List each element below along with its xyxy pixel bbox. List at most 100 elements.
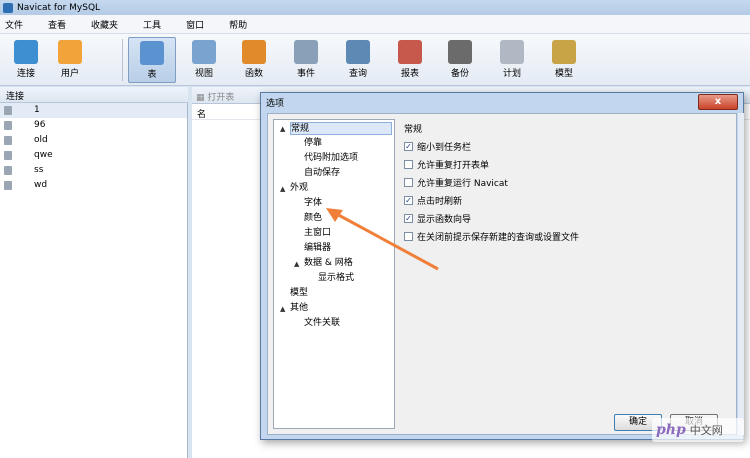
report-icon — [398, 40, 422, 64]
connection-item[interactable]: wd — [0, 178, 187, 193]
options-tree: ▲ 常规停靠代码附加选项 自动保存 ▲ 外观字体颜色主窗口编辑器 ▲ 数据 & 网格显示格式… — [273, 119, 395, 429]
tree-node[interactable]: 字体 — [304, 197, 322, 210]
connection-item[interactable]: old — [0, 133, 187, 148]
table-icon — [140, 41, 164, 65]
tree-node[interactable]: 编辑器 — [304, 242, 331, 255]
connection-item[interactable]: qwe — [0, 148, 187, 163]
unchecked-checkbox-icon[interactable] — [404, 232, 413, 241]
event-icon — [294, 40, 318, 64]
connection-item[interactable]: 96 — [0, 118, 187, 133]
tree-node[interactable]: 颜色 — [304, 212, 322, 225]
collapse-triangle-icon[interactable]: ▲ — [280, 305, 285, 313]
option-checkbox-row[interactable]: 允许重复打开表单 — [404, 158, 489, 171]
dialog-close-button[interactable]: x — [698, 94, 738, 110]
tool-label: 视图 — [194, 69, 213, 79]
option-label: 点击时刷新 — [417, 197, 463, 207]
menu-item[interactable]: 文件 — [0, 18, 33, 31]
menu-item[interactable]: 帮助 — [224, 18, 257, 31]
option-checkbox-row[interactable]: ✓ 显示函数向导 — [404, 212, 471, 225]
settings-section-title: 常规 — [404, 125, 423, 135]
tool-label: 事件 — [296, 69, 315, 79]
collapse-triangle-icon[interactable]: ▲ — [294, 260, 299, 268]
unchecked-checkbox-icon[interactable] — [404, 178, 413, 187]
connection-item[interactable]: ss — [0, 163, 187, 178]
menu-item[interactable]: 收藏夹 — [86, 18, 128, 31]
tree-node[interactable]: 外观 — [290, 182, 308, 195]
tool-label: 用户 — [60, 69, 79, 79]
tree-node[interactable]: 自动保存 — [304, 167, 340, 180]
menu-item[interactable]: 窗口 — [181, 18, 214, 31]
model-icon — [552, 40, 576, 64]
connection-label: old — [34, 135, 48, 145]
option-label: 允许重复运行 Navicat — [417, 179, 508, 189]
watermark-text: 中文网 — [689, 424, 723, 437]
unchecked-checkbox-icon[interactable] — [404, 160, 413, 169]
tree-node[interactable]: 停靠 — [304, 137, 322, 150]
database-icon — [4, 151, 12, 160]
dialog-scrollbar[interactable] — [738, 113, 744, 435]
open-table-label: 打开表 — [207, 93, 235, 103]
main-toolbar: 连接 用户 表 视图 函数 事件 查询 报表 备份 计划 模型 — [0, 34, 750, 86]
user-tool-button[interactable]: 用户 — [46, 37, 94, 83]
tree-node[interactable]: 其他 — [290, 302, 308, 315]
tree-node[interactable]: 常规 — [290, 122, 392, 135]
connection-panel-header: 连接 — [0, 87, 188, 103]
navicat-app-icon — [3, 2, 13, 13]
connection-label: qwe — [34, 150, 53, 160]
model-tool-button[interactable]: 模型 — [540, 37, 588, 83]
tree-node[interactable]: 模型 — [290, 287, 308, 300]
backup-icon — [448, 40, 472, 64]
table-tool-button[interactable]: 表 — [128, 37, 176, 83]
checked-checkbox-icon[interactable]: ✓ — [404, 142, 413, 151]
tree-node[interactable]: 文件关联 — [304, 317, 340, 330]
connection-tool-button[interactable]: 连接 — [2, 37, 50, 83]
event-tool-button[interactable]: 事件 — [282, 37, 330, 83]
tool-label: 模型 — [554, 69, 573, 79]
tree-node[interactable]: 代码附加选项 — [304, 152, 358, 165]
function-icon — [242, 40, 266, 64]
option-checkbox-row[interactable]: ✓ 缩小到任务栏 — [404, 140, 471, 153]
dialog-body: ▲ 常规停靠代码附加选项 自动保存 ▲ 外观字体颜色主窗口编辑器 ▲ 数据 & 网格显示格式… — [267, 113, 737, 435]
option-checkbox-row[interactable]: ✓ 点击时刷新 — [404, 194, 462, 207]
report-tool-button[interactable]: 报表 — [386, 37, 434, 83]
watermark: php 中文网 — [652, 418, 744, 442]
connection-label: 1 — [34, 105, 40, 115]
function-tool-button[interactable]: 函数 — [230, 37, 278, 83]
menu-item[interactable]: 工具 — [138, 18, 171, 31]
title-bar: Navicat for MySQL — [0, 0, 750, 15]
option-checkbox-row[interactable]: 允许重复运行 Navicat — [404, 176, 508, 189]
settings-panel: 常规 ✓ 缩小到任务栏允许重复打开表单允许重复运行 Navicat ✓ 点击时刷新 ✓ 显… — [402, 119, 732, 409]
tree-node[interactable]: 主窗口 — [304, 227, 331, 240]
connection-label: wd — [34, 180, 48, 190]
checked-checkbox-icon[interactable]: ✓ — [404, 214, 413, 223]
database-icon — [4, 181, 12, 190]
menu-bar: 文件 查看 收藏夹 工具 窗口 帮助 — [0, 15, 750, 34]
collapse-triangle-icon[interactable]: ▲ — [280, 185, 285, 193]
options-dialog: 选项 x ▲ 常规停靠代码附加选项 自动保存 ▲ 外观字体颜色主窗口编辑器 ▲ 数据 & 网… — [260, 92, 744, 440]
database-icon — [4, 106, 12, 115]
tool-label: 报表 — [400, 69, 419, 79]
query-tool-button[interactable]: 查询 — [334, 37, 382, 83]
tree-node[interactable]: 数据 & 网格 — [304, 257, 353, 270]
collapse-triangle-icon[interactable]: ▲ — [280, 125, 285, 133]
open-table-button[interactable]: ▦ 打开表 — [196, 90, 234, 103]
connection-icon — [14, 40, 38, 64]
query-icon — [346, 40, 370, 64]
checked-checkbox-icon[interactable]: ✓ — [404, 196, 413, 205]
toolbar-separator — [122, 39, 123, 81]
tool-label: 查询 — [348, 69, 367, 79]
option-checkbox-row[interactable]: 在关闭前提示保存新建的查询或设置文件 — [404, 230, 579, 243]
connection-label: 96 — [34, 120, 46, 130]
tool-label: 函数 — [244, 69, 263, 79]
option-label: 允许重复打开表单 — [417, 161, 490, 171]
connection-label: ss — [34, 165, 44, 175]
view-tool-button[interactable]: 视图 — [180, 37, 228, 83]
connection-item[interactable]: 1 — [0, 103, 187, 118]
database-icon — [4, 136, 12, 145]
database-icon — [4, 121, 12, 130]
schedule-tool-button[interactable]: 计划 — [488, 37, 536, 83]
menu-item[interactable]: 查看 — [43, 18, 76, 31]
tree-node[interactable]: 显示格式 — [318, 272, 354, 285]
backup-tool-button[interactable]: 备份 — [436, 37, 484, 83]
dialog-title: 选项 — [266, 99, 285, 109]
